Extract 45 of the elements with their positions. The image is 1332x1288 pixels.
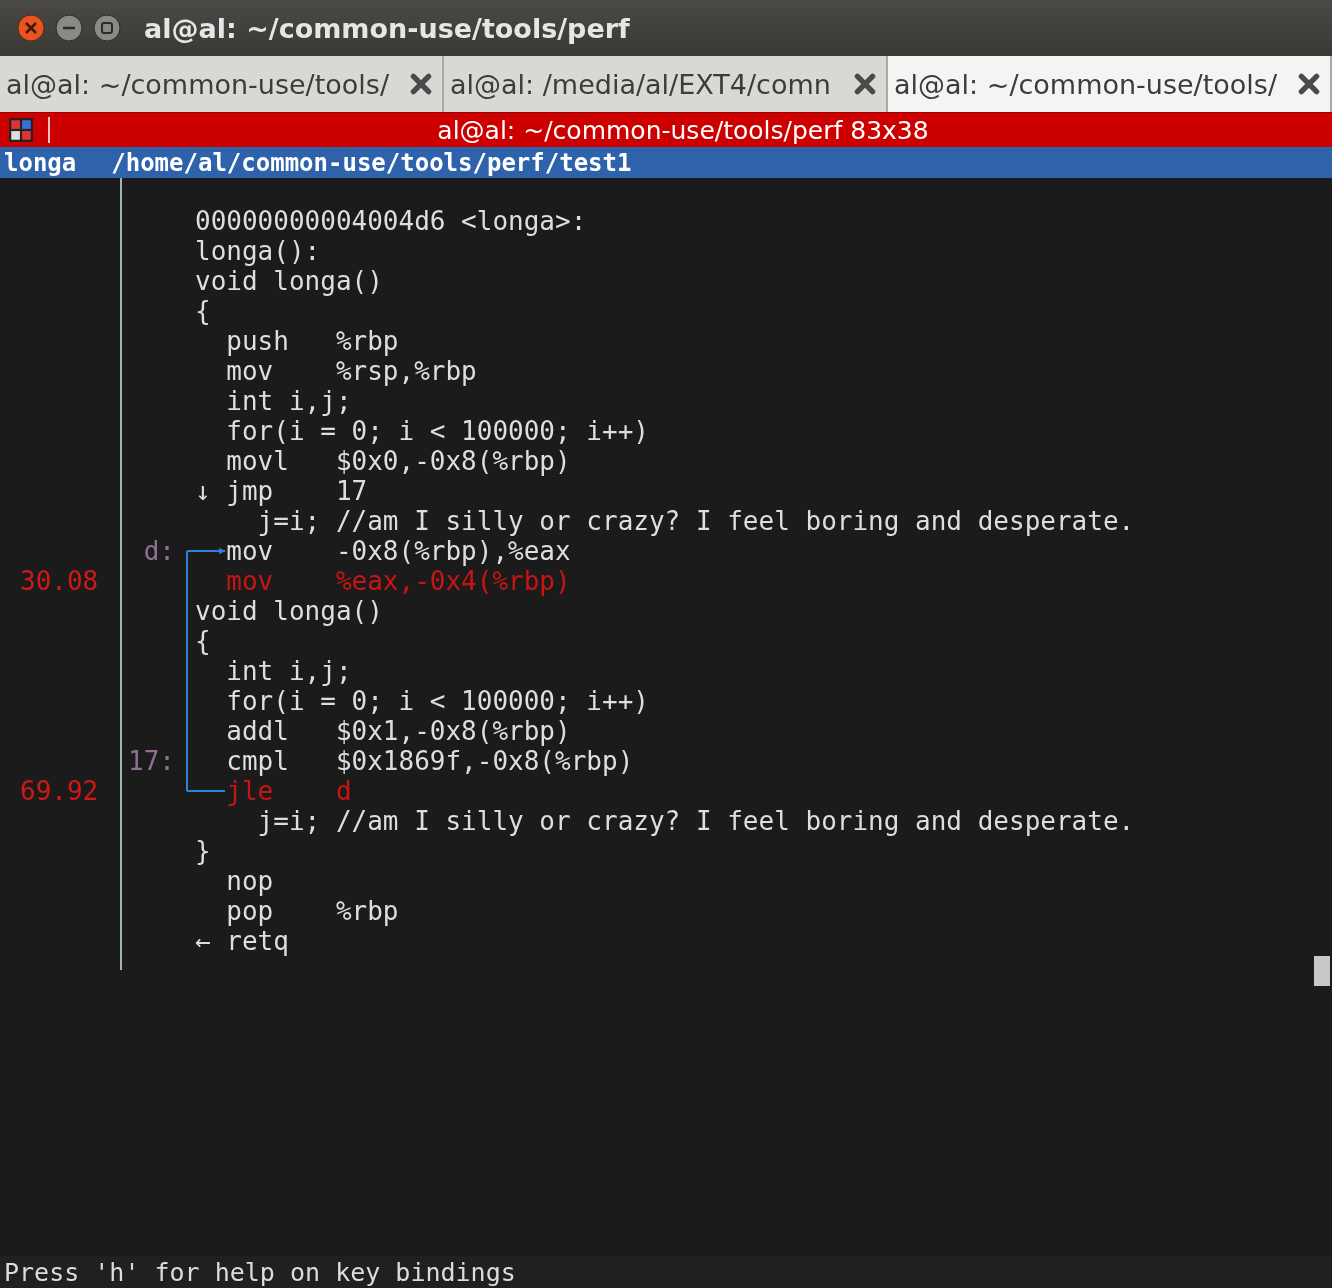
percent-value: 30.08 xyxy=(20,566,99,596)
source-line: for(i = 0; i < 100000; i++) xyxy=(225,686,649,716)
source-line: int i,j; xyxy=(225,386,352,416)
source-line: longa(): xyxy=(195,236,321,266)
asm-line: pop %rbp xyxy=(225,896,399,926)
asm-line: nop xyxy=(225,866,274,896)
minimize-icon[interactable] xyxy=(54,13,84,43)
status-bar: Press 'h' for help on key bindings xyxy=(0,1256,1332,1288)
source-line: { xyxy=(195,626,211,656)
asm-line: addl $0x1,-0x8(%rbp) xyxy=(225,716,571,746)
source-line: j=i; //am I silly or crazy? I feel boring and desperate. xyxy=(256,506,1135,536)
percent-value: 69.92 xyxy=(20,776,99,806)
close-icon[interactable] xyxy=(16,13,46,43)
asm-line: jle d xyxy=(225,776,352,806)
source-line: j=i; //am I silly or crazy? I feel boring and desperate. xyxy=(256,806,1135,836)
jump-label: d: xyxy=(143,536,175,566)
file-path: /home/al/common-use/tools/perf/test1 xyxy=(111,148,632,177)
jump-label: 17: xyxy=(128,746,175,776)
symbol-name: longa xyxy=(4,148,77,177)
asm-line: push %rbp xyxy=(225,326,399,356)
close-icon[interactable] xyxy=(1296,71,1322,97)
asm-line: cmpl $0x1869f,-0x8(%rbp) xyxy=(225,746,634,776)
scrollbar-thumb[interactable] xyxy=(1314,956,1330,986)
maximize-icon[interactable] xyxy=(92,13,122,43)
terminal-tab[interactable]: al@al: ~/common-use/tools/ xyxy=(888,56,1332,112)
source-line: void longa() xyxy=(195,266,383,296)
terminal-tab[interactable]: al@al: ~/common-use/tools/ xyxy=(0,56,444,112)
source-line: } xyxy=(195,836,211,866)
close-icon[interactable] xyxy=(852,71,878,97)
asm-line: ← retq xyxy=(195,926,289,956)
source-line: { xyxy=(195,296,211,326)
asm-line: movl $0x0,-0x8(%rbp) xyxy=(225,446,571,476)
terminal-tab[interactable]: al@al: /media/al/EXT4/comn xyxy=(444,56,888,112)
window-title: al@al: ~/common-use/tools/perf xyxy=(144,12,630,44)
close-icon[interactable] xyxy=(408,71,434,97)
asm-line: mov %rsp,%rbp xyxy=(225,356,477,386)
grid-icon xyxy=(8,117,34,143)
source-line: for(i = 0; i < 100000; i++) xyxy=(225,416,649,446)
terminal-title: al@al: ~/common-use/tools/perf 83x38 xyxy=(436,115,930,145)
source-line: int i,j; xyxy=(225,656,352,686)
asm-line: ↓ jmp 17 xyxy=(195,476,368,506)
source-line: void longa() xyxy=(195,596,383,626)
source-line: 00000000004004d6 <longa>: xyxy=(195,206,587,236)
asm-line: mov %eax,-0x4(%rbp) xyxy=(225,566,571,596)
asm-line: mov -0x8(%rbp),%eax xyxy=(225,536,571,566)
